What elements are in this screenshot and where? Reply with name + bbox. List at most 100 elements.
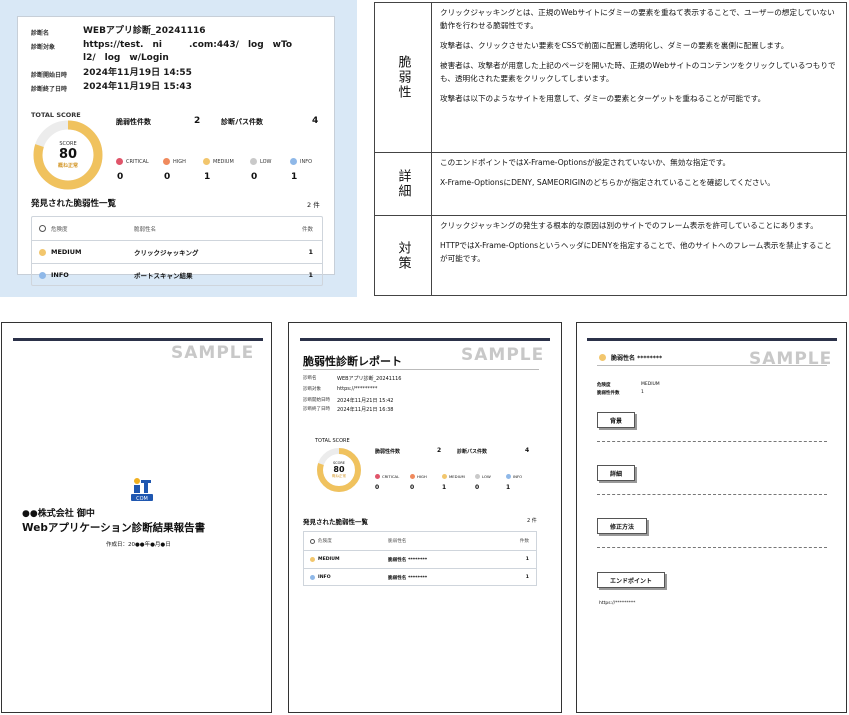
header-rule	[587, 338, 837, 341]
vuln-list-count: 2 件	[527, 518, 537, 524]
vuln-count-label: 脆弱性件数	[375, 449, 401, 455]
header-severity: 危険度	[318, 539, 332, 544]
meta-start: 診断開始日時 2024年11月19日 14:55	[31, 67, 192, 80]
pass-count: 4	[312, 116, 319, 126]
critical-dot	[375, 474, 380, 479]
meta-target: 診断対象 https://test. ni .com:443/ log wTo …	[31, 39, 292, 65]
dashed-divider	[597, 441, 827, 442]
report-title: 脆弱性診断レポート	[303, 355, 402, 368]
fix-paragraph: HTTPではX-Frame-OptionsというヘッダにDENYを指定することで…	[440, 241, 832, 263]
meta-diag-name: 診断名 WEBアプリ診断_20241116	[31, 25, 206, 38]
vuln-count-label: 脆弱性件数	[116, 118, 151, 126]
meta-key: 診断名	[31, 30, 50, 37]
severity-label: INFO	[300, 158, 313, 165]
detail-section: 詳細 このエンドポイントではX-Frame-Optionsが設定されていないか、…	[375, 153, 846, 216]
severity-label: CRITICAL	[126, 158, 149, 165]
score-value: 80	[58, 147, 78, 162]
severity-low: LOW 0	[250, 158, 272, 182]
severity-value: 1	[291, 172, 298, 182]
meta-key: 診断対象	[31, 44, 56, 51]
vuln-list-title: 発見された脆弱性一覧	[303, 518, 368, 526]
vuln-count: 2	[194, 116, 201, 126]
severity-label: INFO	[513, 474, 523, 479]
severity-high: HIGH 0	[163, 158, 186, 182]
row-severity: MEDIUM	[318, 557, 340, 562]
severity-value: 0	[410, 484, 415, 491]
score-donut: SCORE 80 概ね正常	[315, 446, 363, 494]
table-row[interactable]: INFO 脆弱性名 ******** 1	[304, 569, 536, 586]
severity-label: CRITICAL	[382, 474, 400, 479]
severity-label: LOW	[482, 474, 491, 479]
fix-section: 対策 クリックジャッキングの発生する根本的な原因は別のサイトでのフレーム表示を許…	[375, 216, 846, 295]
kv-value: MEDIUM	[641, 382, 660, 387]
severity-critical: CRITICAL 0	[116, 158, 149, 182]
critical-dot	[116, 158, 123, 165]
vuln-paragraph: 攻撃者は以下のようなサイトを用意して、ダミーの要素とターゲットを重ねることが可能…	[440, 94, 766, 103]
vuln-paragraph: 攻撃者は、クリックさせたい要素をCSSで前面に配置し透明化し、ダミーの要素を裏側…	[440, 41, 789, 50]
vuln-count: 2	[437, 447, 442, 454]
score-status: 概ね正常	[332, 474, 346, 478]
info-dot	[506, 474, 511, 479]
severity-info: INFO 1	[290, 158, 312, 182]
low-dot	[475, 474, 480, 479]
dashed-divider	[597, 494, 827, 495]
meta-value: https://test. ni .com:443/ log wTo	[83, 40, 293, 50]
table-row[interactable]: INFO ポートスキャン結果 1	[32, 264, 322, 286]
meta-row: 診断終了日時 2024年11月21日 16:38	[303, 406, 393, 413]
report-summary-page: SAMPLE 脆弱性診断レポート 診断名 WEBアプリ診断_20241116 診断…	[288, 322, 562, 713]
vuln-list-title: 発見された脆弱性一覧	[31, 199, 117, 209]
header-severity: 危険度	[51, 226, 68, 233]
header-count: 件数	[301, 226, 313, 233]
total-score-label: TOTAL SCORE	[315, 438, 350, 444]
meta-key: 診断開始日時	[303, 398, 330, 403]
section-detail-label: 詳細	[597, 465, 636, 481]
severity-value: 1	[442, 484, 447, 491]
meta-value: WEBアプリ診断_20241116	[337, 376, 402, 382]
title-underline	[303, 369, 539, 370]
severity-high: HIGH 0	[410, 474, 427, 491]
detail-heading: 詳細	[395, 169, 411, 199]
company-logo-icon: COM	[131, 478, 153, 502]
severity-value: 0	[375, 484, 380, 491]
report-cover-page: COM ●●株式会社 御中 Webアプリケーション診断結果報告書 作成日：20●…	[1, 322, 272, 713]
meta-row: 診断名 WEBアプリ診断_20241116	[303, 375, 401, 382]
kv-key: 危険度	[597, 383, 611, 388]
vuln-list-table: 危険度 脆弱性名 件数 MEDIUM 脆弱性名 ******** 1 INFO …	[303, 531, 537, 586]
pass-count-label: 診断パス件数	[457, 449, 488, 455]
severity-info: INFO 1	[506, 474, 522, 491]
info-dot	[310, 575, 315, 580]
medium-dot	[39, 248, 46, 256]
sample-watermark: SAMPLE	[171, 343, 255, 363]
meta-key: 診断開始日時	[31, 72, 68, 79]
kv-key: 脆弱性件数	[597, 391, 620, 396]
severity-value: 1	[506, 484, 511, 491]
vuln-heading: 脆弱性名 ********	[599, 353, 662, 362]
header-rule	[13, 338, 263, 341]
table-row[interactable]: MEDIUM クリックジャッキング 1	[32, 241, 322, 264]
meta-value: 2024年11月19日 14:55	[83, 68, 192, 78]
fix-paragraph: クリックジャッキングの発生する根本的な原因は別のサイトでのフレーム表示を許可して…	[440, 221, 818, 230]
meta-value: https://*********	[337, 386, 378, 392]
medium-dot	[442, 474, 447, 479]
meta-value: 2024年11月19日 15:43	[83, 82, 192, 92]
medium-dot	[203, 158, 210, 165]
kv-row: 危険度 MEDIUM	[597, 382, 660, 388]
row-count: 1	[308, 271, 313, 279]
meta-value: l2/ log w/Login	[83, 53, 169, 63]
meta-row: 診断開始日時 2024年11月21日 15:42	[303, 397, 393, 404]
clock-icon	[39, 225, 46, 232]
medium-dot	[599, 354, 606, 361]
section-fix-label: 修正方法	[597, 518, 648, 534]
vuln-list-table: 危険度 脆弱性名 件数 MEDIUM クリックジャッキング 1 INFO ポート…	[31, 216, 323, 286]
vuln-paragraph: 被害者は、攻撃者が用意した上記のページを開いた時、正規のWebサイトのコンテンツ…	[440, 61, 836, 83]
table-row[interactable]: MEDIUM 脆弱性名 ******** 1	[304, 551, 536, 569]
section-background-label: 背景	[597, 412, 636, 428]
section-endpoint-label: エンドポイント	[597, 572, 666, 588]
meta-row: 診断対象 https://*********	[303, 386, 377, 392]
low-dot	[250, 158, 257, 165]
severity-label: MEDIUM	[449, 474, 465, 479]
severity-critical: CRITICAL 0	[375, 474, 399, 491]
meta-key: 診断終了日時	[31, 86, 68, 93]
row-name: 脆弱性名 ********	[388, 575, 428, 581]
row-count: 1	[525, 557, 529, 562]
